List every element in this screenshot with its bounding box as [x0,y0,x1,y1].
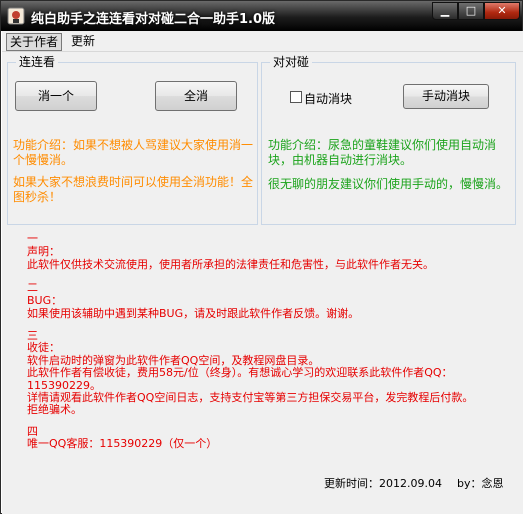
section-2-text: 如果使用该辅助中遇到某种BUG，请及时跟此软件作者反馈。谢谢。 [27,307,360,320]
menu-about-author[interactable]: 关于作者 [6,33,63,51]
section-3-line-2: 此软件作者有偿收徒，费用58元/位（终身）。有想诚心学习的欢迎联系此软件作者QQ… [27,366,453,379]
menu-bar: 关于作者 更新 [2,31,523,52]
close-icon: ✕ [497,4,507,17]
title-bar[interactable]: 纯白助手之连连看对对碰二合一助手1.0版 ▁ □ ✕ [1,1,522,31]
manual-clear-button[interactable]: 手动消块 [403,84,489,109]
app-window: 纯白助手之连连看对对碰二合一助手1.0版 ▁ □ ✕ 关于作者 更新 连连看 消… [0,0,523,514]
minimize-icon: ▁ [440,4,450,17]
lianliankan-tip-line-2: 图秒杀！ [13,190,62,204]
duiduipeng-group-title: 对对碰 [270,55,313,69]
section-3-title: 收徒： [27,341,60,354]
maximize-button[interactable]: □ [458,2,484,20]
remove-all-button[interactable]: 全消 [155,81,237,111]
section-1-text: 此软件仅供技术交流使用，使用者所承担的法律责任和危害性，与此软件作者无关。 [27,258,434,271]
lianliankan-tip-line-1: 如果大家不想浪费时间可以使用全消功能！全 [13,175,254,189]
author-credit: by：念恩 [457,477,504,490]
section-3-line-5: 拒绝骗术。 [27,403,82,416]
duiduipeng-tip-line: 很无聊的朋友建议你们使用手动的，慢慢消。 [268,177,509,191]
duiduipeng-intro-line-1: 功能介绍：尿急的童鞋建议你们使用自动消 [268,138,497,152]
auto-clear-label[interactable]: 自动消块 [304,90,352,107]
duiduipeng-group: 对对碰 自动消块 手动消块 功能介绍：尿急的童鞋建议你们使用自动消 块，由机器自… [261,55,516,225]
section-3-line-4: 详情请观看此软件作者QQ空间日志，支持支付宝等第三方担保交易平台，发完教程后付款… [27,391,474,404]
remove-one-button[interactable]: 消一个 [15,81,97,111]
lianliankan-intro-line-2: 个慢慢消。 [13,153,74,167]
lianliankan-group: 连连看 消一个 全消 功能介绍：如果不想被人骂建议大家使用消一 个慢慢消。 如果… [7,55,258,225]
auto-clear-checkbox[interactable] [290,91,302,103]
window-title: 纯白助手之连连看对对碰二合一助手1.0版 [31,12,276,27]
section-2-number: 二 [27,281,38,294]
close-button[interactable]: ✕ [484,2,520,20]
minimize-button[interactable]: ▁ [432,2,458,20]
duiduipeng-intro-line-2: 块，由机器自动进行消块。 [268,153,413,167]
section-1-title: 声明： [27,245,60,258]
section-2-title: BUG： [27,294,63,307]
section-4-text: 唯一QQ客服：115390229（仅一个） [27,437,218,450]
menu-update[interactable]: 更新 [68,33,98,49]
lianliankan-intro-line-1: 功能介绍：如果不想被人骂建议大家使用消一 [13,138,254,152]
app-icon [7,7,25,25]
maximize-icon: □ [465,4,477,17]
section-1-number: 一 [27,232,38,245]
lianliankan-group-title: 连连看 [16,55,59,69]
main-content: 连连看 消一个 全消 功能介绍：如果不想被人骂建议大家使用消一 个慢慢消。 如果… [2,52,523,514]
update-time: 更新时间：2012.09.04 [324,477,442,490]
